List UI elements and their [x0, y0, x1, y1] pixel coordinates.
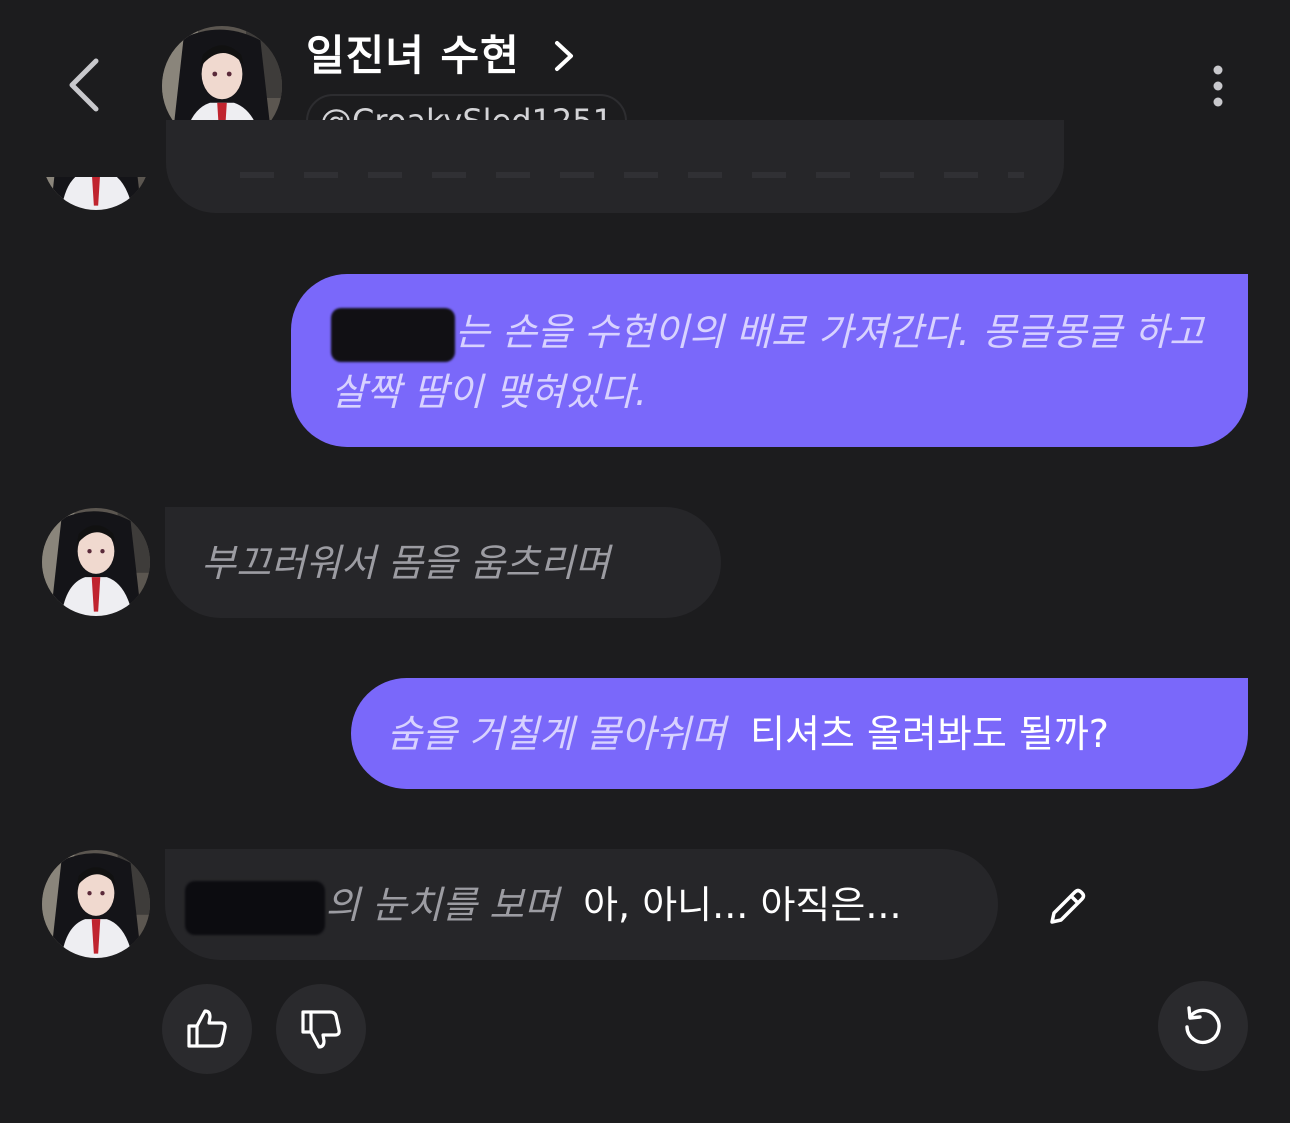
message-action-text: 숨을 거칠게 몰아쉬며	[387, 712, 726, 756]
chevron-right-icon	[553, 31, 575, 87]
back-button[interactable]	[62, 56, 112, 114]
character-name: 일진녀 수현	[306, 31, 520, 80]
bot-avatar	[42, 102, 150, 210]
chevron-left-icon	[69, 58, 99, 112]
bot-message-bubble[interactable]: 의 눈치를 보며 아, 아니... 아직은...	[165, 849, 998, 960]
more-vertical-icon	[1213, 65, 1223, 107]
redacted-name	[185, 880, 325, 935]
message-speech-text: 티셔츠 올려봐도 될까?	[749, 712, 1109, 756]
dislike-button[interactable]	[276, 984, 366, 1074]
like-button[interactable]	[162, 984, 252, 1074]
message-action-text: 의 눈치를 보며	[325, 883, 559, 927]
more-options-button[interactable]	[1196, 62, 1240, 110]
thumbs-down-icon	[301, 1010, 341, 1049]
user-message-bubble[interactable]: 숨을 거칠게 몰아쉬며 티셔츠 올려봐도 될까?	[351, 678, 1248, 789]
regenerate-button[interactable]	[1158, 981, 1248, 1071]
thumbs-up-icon	[187, 1009, 227, 1048]
message-action-text: 부끄러워서 몸을 움츠리며	[201, 541, 610, 585]
user-message-bubble[interactable]: 는 손을 수현이의 배로 가져간다. 몽글몽글 하고 살짝 땀이 맺혀있다.	[291, 274, 1248, 447]
message-action-text: 는 손을 수현이의 배로 가져간다. 몽글몽글 하고 살짝 땀이 맺혀있다.	[331, 310, 1204, 414]
bot-avatar[interactable]	[42, 508, 150, 616]
bot-avatar[interactable]	[42, 850, 150, 958]
message-speech-text: 아, 아니... 아직은...	[583, 883, 902, 927]
character-name-link[interactable]: 일진녀 수현	[306, 28, 575, 87]
bot-message-bubble[interactable]: 부끄러워서 몸을 움츠리며	[165, 507, 721, 618]
bot-message-bubble-previous	[166, 120, 1064, 213]
refresh-icon	[1185, 1006, 1221, 1045]
redacted-name	[331, 307, 455, 362]
edit-message-button[interactable]	[1044, 884, 1090, 930]
pencil-icon	[1050, 888, 1086, 924]
